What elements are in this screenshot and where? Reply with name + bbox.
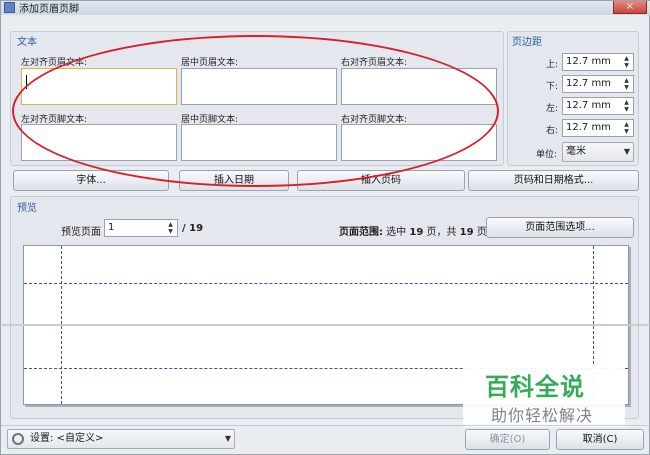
spin-arrows-icon[interactable]: ▲ ▼ bbox=[166, 221, 175, 235]
spin-arrows-icon[interactable]: ▲ ▼ bbox=[622, 77, 631, 91]
header-margin-guide bbox=[24, 283, 628, 284]
page-range-selected-count: 19 bbox=[409, 227, 424, 238]
margin-bottom-value: 12.7 mm bbox=[566, 78, 611, 89]
ok-button[interactable]: 确定(O) bbox=[465, 429, 550, 450]
page-date-format-button[interactable]: 页码和日期格式... bbox=[468, 170, 639, 191]
title-bar[interactable]: 添加页眉页脚 × bbox=[1, 1, 650, 15]
app-icon bbox=[4, 2, 15, 13]
margin-right-value: 12.7 mm bbox=[566, 122, 611, 133]
footer-separator bbox=[1, 425, 650, 426]
unit-label: 单位: bbox=[536, 150, 558, 160]
watermark-main-text: 百科全说 bbox=[485, 373, 585, 401]
watermark-logo: 百科全说 助你轻松解决 bbox=[463, 365, 625, 427]
preview-page-total: / 19 bbox=[182, 223, 204, 234]
settings-label: 设置: bbox=[30, 433, 54, 444]
preview-page-label: 预览页面 bbox=[61, 227, 101, 238]
page-range-total-count: 19 bbox=[459, 227, 474, 238]
page-range-prefix: 页面范围: bbox=[339, 227, 383, 238]
settings-select[interactable]: 设置: <自定义> ▼ bbox=[7, 429, 235, 449]
dialog-window: 添加页眉页脚 × 文本 左对齐页眉文本: 居中页眉文本: 右对齐页眉文本: 左对… bbox=[0, 0, 650, 455]
text-group-title: 文本 bbox=[17, 37, 37, 48]
unit-value: 毫米 bbox=[566, 146, 586, 157]
chevron-down-icon: ▼ bbox=[623, 147, 630, 156]
margin-top-spinner[interactable]: 12.7 mm ▲ ▼ bbox=[562, 53, 634, 71]
margin-bottom-label: 下: bbox=[546, 82, 559, 92]
margins-group: 页边距 上: 12.7 mm ▲ ▼ 下: 12.7 mm ▲ ▼ 左: 12.7 … bbox=[507, 31, 639, 166]
margin-left-value: 12.7 mm bbox=[566, 100, 611, 111]
spin-arrows-icon[interactable]: ▲ ▼ bbox=[622, 121, 631, 135]
margin-left-spinner[interactable]: 12.7 mm ▲ ▼ bbox=[562, 97, 634, 115]
margin-top-label: 上: bbox=[546, 60, 559, 70]
margin-top-value: 12.7 mm bbox=[566, 56, 611, 67]
watermark-sub-text: 助你轻松解决 bbox=[491, 406, 594, 425]
spin-arrows-icon[interactable]: ▲ ▼ bbox=[622, 55, 631, 69]
margin-bottom-spinner[interactable]: 12.7 mm ▲ ▼ bbox=[562, 75, 634, 93]
close-button[interactable]: × bbox=[613, 1, 647, 14]
page-range-mid-text: 页，共 bbox=[423, 227, 460, 238]
settings-value: <自定义> bbox=[56, 433, 104, 444]
preview-page-value: 1 bbox=[108, 222, 115, 233]
gear-icon bbox=[12, 433, 24, 445]
annotation-ellipse bbox=[12, 35, 499, 187]
chevron-down-icon: ▼ bbox=[224, 434, 231, 443]
page-range-suffix: 页 bbox=[473, 227, 487, 238]
margin-right-label: 右: bbox=[546, 126, 559, 136]
margins-group-title: 页边距 bbox=[512, 37, 542, 48]
cancel-button[interactable]: 取消(C) bbox=[556, 429, 644, 450]
page-break-line bbox=[2, 324, 650, 326]
page-range-text: 页面范围: 选中 19 页，共 19 页 bbox=[339, 223, 487, 238]
window-title: 添加页眉页脚 bbox=[19, 4, 79, 15]
spin-arrows-icon[interactable]: ▲ ▼ bbox=[622, 99, 631, 113]
page-range-selected-text: 选中 bbox=[383, 227, 410, 238]
margin-left-label: 左: bbox=[546, 104, 559, 114]
unit-select[interactable]: 毫米 ▼ bbox=[562, 142, 634, 162]
margin-right-spinner[interactable]: 12.7 mm ▲ ▼ bbox=[562, 119, 634, 137]
preview-group-title: 预览 bbox=[17, 203, 37, 214]
page-range-options-button[interactable]: 页面范围选项... bbox=[486, 217, 634, 238]
preview-page-spinner[interactable]: 1 ▲ ▼ bbox=[104, 219, 178, 237]
